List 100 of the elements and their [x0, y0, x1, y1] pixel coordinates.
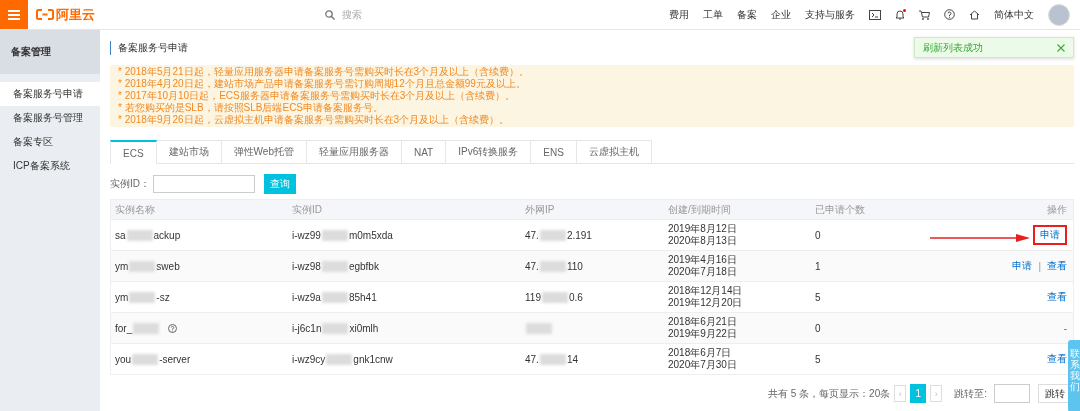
tab[interactable]: 云虚拟主机	[576, 140, 652, 163]
instance-id: i-wz98	[292, 260, 321, 272]
cart-icon[interactable]	[919, 9, 930, 20]
sidebar-item[interactable]: 备案服务号申请	[0, 82, 100, 106]
terminal-icon[interactable]	[869, 9, 881, 20]
instance-id: i-wz99	[292, 229, 321, 241]
menu-icon	[8, 9, 20, 20]
instance-id: i-wz9cy	[292, 353, 326, 365]
created-date: 2019年8月12日	[668, 223, 737, 235]
ip-address: 0.6	[568, 291, 583, 303]
redacted-blur	[129, 260, 156, 272]
nav-link[interactable]: 费用	[669, 7, 689, 22]
notice-text: * 2018年5月21日起，轻量应用服务器申请备案服务号需购买时长在3个月及以上（含续费）。	[118, 66, 531, 78]
expiry-date: 2019年12月20日	[668, 297, 743, 309]
redacted-blur	[541, 291, 568, 303]
table-cell-text: 5	[814, 291, 822, 303]
help-icon[interactable]	[168, 323, 178, 333]
close-icon[interactable]	[1057, 43, 1065, 52]
ip-address: 47.	[525, 353, 539, 365]
sidebar-item[interactable]: ICP备案系统	[0, 154, 100, 178]
ip-address: 47.	[525, 260, 539, 272]
tab[interactable]: IPv6转换服务	[446, 140, 532, 163]
tab[interactable]: 建站市场	[156, 140, 222, 163]
column-header: 实例ID	[291, 202, 323, 217]
notice-text: * 2018年9月26日起，云虚拟主机申请备案服务号需购买时长在3个月及以上（含续费）。	[118, 114, 511, 126]
instance-name: you	[115, 353, 132, 365]
expiry-date: 2020年7月18日	[668, 266, 737, 278]
table-cell-text: 1	[814, 260, 822, 272]
table-cell-text: 0	[814, 229, 822, 241]
notice-text: * 2018年4月20日起，建站市场产品申请备案服务号需订购周期12个月且总金额99元及以上。	[118, 78, 527, 90]
action-link[interactable]: 查看	[1047, 290, 1067, 304]
nav-link[interactable]: 支持与服务	[805, 7, 855, 22]
expiry-date: 2020年7月30日	[668, 359, 737, 371]
action-link[interactable]: 查看	[1047, 259, 1067, 273]
tab[interactable]: ECS	[110, 140, 157, 164]
redacted-blur	[133, 322, 160, 334]
instance-name: -sz	[156, 291, 170, 303]
nav-link[interactable]: 企业	[771, 7, 791, 22]
tab[interactable]: 弹性Web托管	[221, 140, 307, 163]
pagination-summary: 共有 5 条，每页显示：20条	[767, 386, 891, 401]
jump-label: 跳转至:	[954, 386, 987, 401]
ip-address: 47.	[525, 229, 539, 241]
table-cell-text: 0	[814, 322, 822, 334]
logo-text: 阿里云	[56, 5, 95, 24]
nav-link[interactable]: 备案	[737, 7, 757, 22]
help-icon[interactable]	[944, 9, 955, 20]
created-date: 2019年4月16日	[668, 254, 737, 266]
redacted-blur	[132, 353, 159, 365]
tab[interactable]: NAT	[401, 140, 447, 163]
sidebar-title: 备案管理	[0, 30, 100, 74]
column-header: 外网IP	[524, 202, 556, 217]
redacted-blur	[126, 229, 153, 241]
jump-page-field[interactable]	[994, 384, 1030, 403]
instance-name: -server	[159, 353, 191, 365]
sidebar-item[interactable]: 备案专区	[0, 130, 100, 154]
action-link[interactable]: 查看	[1047, 352, 1067, 366]
created-date: 2018年12月14日	[668, 285, 743, 297]
toast-message: 刷新列表成功	[923, 40, 984, 55]
logo-icon	[36, 9, 54, 20]
separator: |	[1038, 260, 1041, 272]
redacted-blur	[321, 291, 348, 303]
created-date: 2018年6月21日	[668, 316, 737, 328]
expiry-date: 2019年9月22日	[668, 328, 737, 340]
instance-id: i-j6c1n	[292, 322, 322, 334]
redacted-blur	[129, 291, 156, 303]
redacted-blur	[539, 229, 566, 241]
menu-button[interactable]	[0, 0, 28, 29]
instance-id: 85h41	[348, 291, 377, 303]
redacted-blur	[539, 260, 566, 272]
redacted-blur	[539, 353, 566, 365]
instance-id: egbfbk	[348, 260, 379, 272]
column-header: 创建/到期时间	[667, 202, 732, 217]
home-icon[interactable]	[969, 9, 980, 20]
redacted-blur	[321, 229, 348, 241]
nav-link[interactable]: 工单	[703, 7, 723, 22]
action-link[interactable]: 申请	[1012, 259, 1033, 273]
expiry-date: 2020年8月13日	[668, 235, 737, 247]
ip-address: 110	[566, 260, 583, 272]
instance-id: gnk1cnw	[353, 353, 393, 365]
redacted-blur	[322, 322, 349, 334]
ip-address: 14	[566, 353, 579, 365]
notice-text: * 2017年10月10日起，ECS服务器申请备案服务号需购买时长在3个月及以上（含续费）。	[118, 90, 517, 102]
tab[interactable]: 轻量应用服务器	[306, 140, 402, 163]
page-title: 备案服务号申请	[110, 41, 188, 55]
column-header: 已申请个数	[814, 202, 866, 217]
ip-address: 119	[525, 291, 541, 303]
ip-address: 2.191	[566, 229, 592, 241]
user-avatar[interactable]	[1048, 3, 1070, 26]
tab[interactable]: ENS	[531, 140, 577, 163]
sidebar-item[interactable]: 备案服务号管理	[0, 106, 100, 130]
search-icon	[325, 9, 335, 20]
table-cell-text: 5	[814, 353, 822, 365]
instance-name: ym	[115, 260, 129, 272]
notice-text: * 若您购买的是SLB，请按照SLB后端ECS申请备案服务号。	[118, 102, 385, 114]
instance-id: xi0mlh	[349, 322, 379, 334]
instance-id-field[interactable]	[153, 175, 255, 193]
redacted-blur	[526, 322, 552, 334]
apply-link[interactable]: 申请	[1033, 225, 1067, 245]
language-link[interactable]: 简体中文	[994, 7, 1034, 22]
bell-icon[interactable]	[895, 9, 905, 20]
